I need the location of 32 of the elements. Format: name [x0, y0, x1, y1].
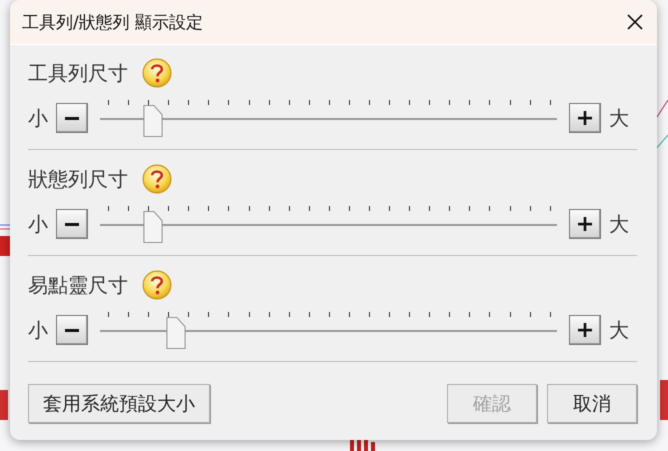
window-title: 工具列/狀態列 顯示設定: [22, 12, 204, 34]
dialog-button[interactable]: 取消: [547, 384, 637, 423]
decrease-button[interactable]: [56, 103, 88, 133]
increase-button[interactable]: [569, 209, 601, 239]
minus-icon: [65, 222, 79, 226]
max-label: 大: [609, 104, 630, 132]
help-icon[interactable]: [142, 58, 172, 88]
min-label: 小: [28, 316, 49, 344]
slider-thumb[interactable]: [166, 316, 186, 350]
plus-icon: [577, 322, 593, 338]
decrease-button[interactable]: [56, 209, 88, 239]
help-icon[interactable]: [142, 164, 172, 194]
bar-chart-drawing: [350, 440, 375, 451]
min-label: 小: [28, 210, 49, 238]
increase-button[interactable]: [569, 103, 601, 133]
section-label: 狀態列尺寸: [28, 166, 128, 192]
plus-icon: [577, 216, 593, 232]
minus-icon: [65, 116, 79, 120]
decrease-button[interactable]: [56, 315, 88, 345]
plus-icon: [577, 110, 593, 126]
help-icon[interactable]: [142, 270, 172, 300]
minus-icon: [65, 328, 79, 332]
max-label: 大: [609, 210, 630, 238]
slider-thumb[interactable]: [143, 104, 164, 138]
close-icon[interactable]: [627, 14, 643, 30]
section-label: 易點靈尺寸: [28, 272, 128, 298]
section-label: 工具列尺寸: [28, 60, 128, 86]
min-label: 小: [28, 104, 49, 132]
increase-button[interactable]: [569, 315, 601, 345]
dialog-button[interactable]: 套用系統預設大小: [28, 384, 210, 423]
slider-thumb[interactable]: [143, 210, 164, 244]
max-label: 大: [609, 316, 630, 344]
